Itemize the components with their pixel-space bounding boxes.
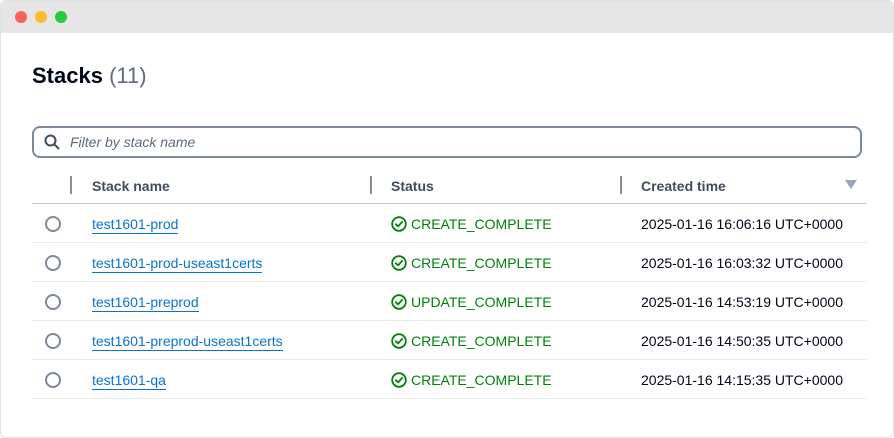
minimize-window-button[interactable] xyxy=(35,11,47,23)
created-time: 2025-01-16 14:50:35 UTC+0000 xyxy=(641,333,843,349)
column-header-created-time[interactable]: Created time xyxy=(641,178,726,194)
stack-name-link[interactable]: test1601-prod xyxy=(92,216,179,234)
row-select-radio[interactable] xyxy=(45,216,61,232)
status-cell: CREATE_COMPLETE xyxy=(391,216,552,232)
row-select-radio[interactable] xyxy=(45,294,61,310)
check-circle-icon xyxy=(391,333,407,349)
stack-name-link[interactable]: test1601-preprod-useast1certs xyxy=(92,333,283,351)
table-row[interactable]: test1601-preprod-useast1certs CREATE_COM… xyxy=(32,321,867,360)
page-title-text: Stacks xyxy=(32,63,103,88)
created-time: 2025-01-16 16:06:16 UTC+0000 xyxy=(641,216,843,232)
column-header-stack-name[interactable]: Stack name xyxy=(92,178,170,194)
status-text: CREATE_COMPLETE xyxy=(411,333,552,349)
created-time: 2025-01-16 14:15:35 UTC+0000 xyxy=(641,372,843,388)
created-time: 2025-01-16 16:03:32 UTC+0000 xyxy=(641,255,843,271)
status-text: CREATE_COMPLETE xyxy=(411,255,552,271)
table-header: Stack name Status Created time xyxy=(32,166,867,204)
status-text: CREATE_COMPLETE xyxy=(411,372,552,388)
row-select-radio[interactable] xyxy=(45,333,61,349)
column-header-status[interactable]: Status xyxy=(391,178,434,194)
column-divider[interactable] xyxy=(370,176,372,194)
maximize-window-button[interactable] xyxy=(55,11,67,23)
page-title: Stacks (11) xyxy=(32,63,147,89)
check-circle-icon xyxy=(391,255,407,271)
table-row[interactable]: test1601-preprod UPDATE_COMPLETE 2025-01… xyxy=(32,282,867,321)
check-circle-icon xyxy=(391,372,407,388)
status-cell: CREATE_COMPLETE xyxy=(391,255,552,271)
stack-name-link[interactable]: test1601-preprod xyxy=(92,294,199,312)
table-row[interactable]: test1601-qa CREATE_COMPLETE 2025-01-16 1… xyxy=(32,360,867,399)
app-window: Stacks (11) Stack name Status Created ti… xyxy=(0,0,894,438)
window-titlebar xyxy=(1,1,893,33)
close-window-button[interactable] xyxy=(15,11,27,23)
status-cell: CREATE_COMPLETE xyxy=(391,333,552,349)
row-select-radio[interactable] xyxy=(45,372,61,388)
stack-count: (11) xyxy=(109,63,147,88)
table-row[interactable]: test1601-prod CREATE_COMPLETE 2025-01-16… xyxy=(32,204,867,243)
table-row[interactable]: test1601-prod-useast1certs CREATE_COMPLE… xyxy=(32,243,867,282)
search-input[interactable] xyxy=(70,133,850,151)
search-icon xyxy=(44,134,60,150)
stack-name-link[interactable]: test1601-prod-useast1certs xyxy=(92,255,263,273)
column-divider[interactable] xyxy=(70,176,72,194)
status-text: UPDATE_COMPLETE xyxy=(411,294,552,310)
check-circle-icon xyxy=(391,294,407,310)
stack-name-link[interactable]: test1601-qa xyxy=(92,372,166,390)
check-circle-icon xyxy=(391,216,407,232)
status-cell: CREATE_COMPLETE xyxy=(391,372,552,388)
stacks-table: Stack name Status Created time test1601-… xyxy=(32,166,867,399)
search-box[interactable] xyxy=(32,126,862,158)
status-text: CREATE_COMPLETE xyxy=(411,216,552,232)
row-select-radio[interactable] xyxy=(45,255,61,271)
caret-down-icon[interactable] xyxy=(845,180,857,190)
status-cell: UPDATE_COMPLETE xyxy=(391,294,552,310)
created-time: 2025-01-16 14:53:19 UTC+0000 xyxy=(641,294,843,310)
column-divider[interactable] xyxy=(620,176,622,194)
